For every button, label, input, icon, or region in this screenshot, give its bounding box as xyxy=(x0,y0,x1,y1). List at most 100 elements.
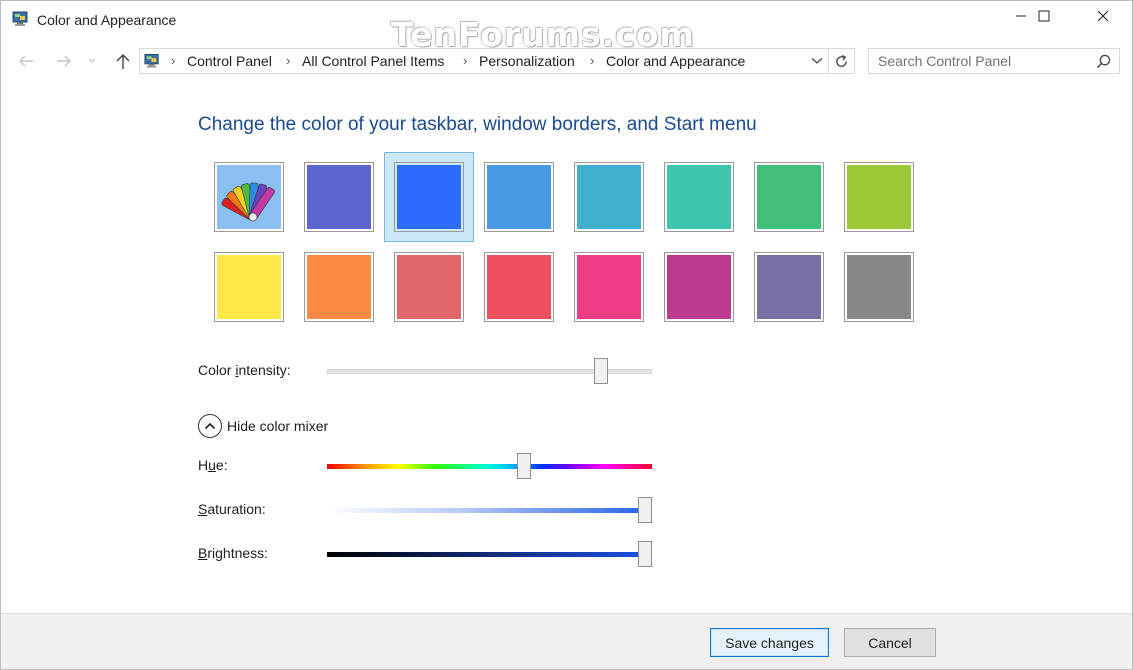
swatch-fill xyxy=(757,165,821,229)
control-panel-window: Color and Appearance TenForums.com › Con… xyxy=(0,0,1133,670)
breadcrumb-separator-icon[interactable]: › xyxy=(590,53,594,68)
chevron-down-icon xyxy=(88,58,96,63)
swatch-fill xyxy=(397,255,461,319)
close-button[interactable] xyxy=(1080,1,1126,31)
swatch-tile xyxy=(394,162,464,232)
swatch-fill xyxy=(307,255,371,319)
hue-thumb[interactable] xyxy=(516,453,531,479)
breadcrumb-personalization[interactable]: Personalization xyxy=(479,53,575,69)
swatch-fill xyxy=(487,165,551,229)
color-fan-icon xyxy=(221,182,275,222)
back-arrow-icon xyxy=(19,55,33,67)
maximize-icon xyxy=(1038,10,1050,22)
color-swatch[interactable] xyxy=(564,152,654,242)
breadcrumb-all-items[interactable]: All Control Panel Items xyxy=(302,53,444,69)
breadcrumb-separator-icon[interactable]: › xyxy=(286,53,290,68)
saturation-slider[interactable] xyxy=(327,508,652,513)
swatch-tile xyxy=(484,252,554,322)
page-heading: Change the color of your taskbar, window… xyxy=(198,114,757,135)
breadcrumb-separator-icon[interactable]: › xyxy=(171,53,175,68)
swatch-tile xyxy=(484,162,554,232)
color-swatch[interactable] xyxy=(834,152,924,242)
swatch-tile xyxy=(844,252,914,322)
swatch-fill xyxy=(847,255,911,319)
swatch-fill xyxy=(757,255,821,319)
hide-color-mixer-link[interactable]: Hide color mixer xyxy=(227,418,328,434)
color-swatch[interactable] xyxy=(294,152,384,242)
saturation-label: Saturation: xyxy=(198,501,266,517)
color-swatch[interactable] xyxy=(834,242,924,332)
breadcrumb-color-appearance[interactable]: Color and Appearance xyxy=(606,53,745,69)
hue-slider[interactable] xyxy=(327,464,652,469)
back-button[interactable] xyxy=(15,52,37,70)
color-intensity-label: Color intensity: xyxy=(198,362,291,378)
color-intensity-thumb[interactable] xyxy=(594,358,609,384)
swatch-tile xyxy=(664,252,734,322)
swatch-tile xyxy=(574,252,644,322)
color-swatch[interactable] xyxy=(564,242,654,332)
brightness-slider[interactable] xyxy=(327,552,652,557)
title-bar: Color and Appearance TenForums.com xyxy=(1,1,1132,54)
swatch-fill xyxy=(397,165,461,229)
chevron-down-icon xyxy=(811,58,823,64)
swatch-tile xyxy=(394,252,464,322)
swatch-tile xyxy=(574,162,644,232)
search-icon[interactable] xyxy=(1096,54,1111,69)
swatch-tile xyxy=(754,252,824,322)
swatch-fill xyxy=(577,165,641,229)
swatch-tile xyxy=(304,162,374,232)
control-panel-icon xyxy=(144,53,161,69)
color-swatch[interactable] xyxy=(474,242,564,332)
saturation-thumb[interactable] xyxy=(638,497,652,523)
breadcrumb-separator-icon[interactable]: › xyxy=(463,53,467,68)
color-swatch[interactable] xyxy=(654,242,744,332)
address-bar[interactable]: › Control Panel › All Control Panel Item… xyxy=(139,48,855,74)
breadcrumb-control-panel[interactable]: Control Panel xyxy=(187,53,272,69)
brightness-thumb[interactable] xyxy=(638,541,652,567)
swatch-fill xyxy=(307,165,371,229)
brightness-label: Brightness: xyxy=(198,545,269,561)
hide-color-mixer-button[interactable] xyxy=(198,414,222,438)
swatch-tile xyxy=(214,162,284,232)
swatch-fill xyxy=(577,255,641,319)
swatch-tile xyxy=(304,252,374,322)
navigation-bar: › Control Panel › All Control Panel Item… xyxy=(1,39,1132,83)
color-swatch[interactable] xyxy=(384,152,474,242)
color-swatch[interactable] xyxy=(654,152,744,242)
footer-bar: Save changes Cancel xyxy=(1,613,1132,669)
color-swatch[interactable] xyxy=(384,242,474,332)
color-swatch[interactable] xyxy=(204,242,294,332)
color-swatch[interactable] xyxy=(744,242,834,332)
forward-button[interactable] xyxy=(53,52,75,70)
cancel-button[interactable]: Cancel xyxy=(844,628,936,657)
swatch-fill xyxy=(487,255,551,319)
close-icon xyxy=(1097,10,1109,22)
color-swatch[interactable] xyxy=(294,242,384,332)
swatch-fill xyxy=(217,255,281,319)
up-button[interactable] xyxy=(112,52,134,70)
swatch-fill xyxy=(667,255,731,319)
refresh-icon xyxy=(836,54,847,67)
swatch-tile xyxy=(844,162,914,232)
up-arrow-icon xyxy=(116,54,130,69)
save-changes-button[interactable]: Save changes xyxy=(710,628,829,657)
automatic-color-swatch[interactable] xyxy=(204,152,294,242)
swatch-tile xyxy=(664,162,734,232)
recent-locations-button[interactable] xyxy=(84,52,100,70)
control-panel-icon xyxy=(12,11,30,27)
address-history-button[interactable] xyxy=(807,49,827,73)
chevron-up-icon xyxy=(204,422,216,430)
maximize-button[interactable] xyxy=(1021,1,1067,31)
color-swatch[interactable] xyxy=(474,152,564,242)
window-title: Color and Appearance xyxy=(37,12,177,28)
swatch-tile xyxy=(214,252,284,322)
swatch-fill xyxy=(667,165,731,229)
search-input[interactable] xyxy=(869,49,1089,73)
color-swatch[interactable] xyxy=(744,152,834,242)
search-box[interactable] xyxy=(868,48,1120,74)
swatch-fill xyxy=(847,165,911,229)
refresh-button[interactable] xyxy=(828,49,854,73)
swatch-tile xyxy=(754,162,824,232)
forward-arrow-icon xyxy=(57,55,71,67)
swatch-fill xyxy=(217,165,281,229)
